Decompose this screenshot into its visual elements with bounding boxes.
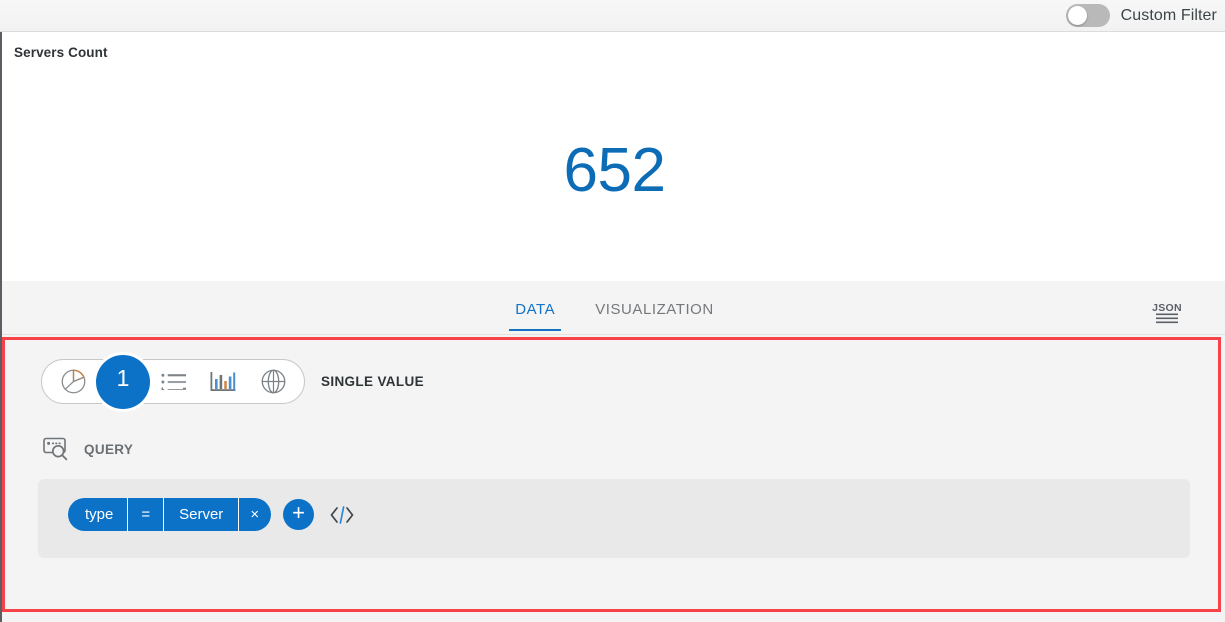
- visualization-type-row: 1 SINGLE VALUE: [41, 354, 424, 409]
- viz-type-single-value[interactable]: 1: [96, 354, 183, 409]
- widget-preview-card: Servers Count 652: [0, 32, 1225, 281]
- json-icon[interactable]: JSON: [1152, 300, 1182, 326]
- visualization-type-label: SINGLE VALUE: [321, 374, 424, 389]
- plus-icon: +: [292, 499, 305, 525]
- query-header: QUERY: [43, 436, 133, 462]
- query-code-view-button[interactable]: [328, 503, 356, 527]
- query-search-icon: [43, 437, 68, 461]
- tab-visualization[interactable]: VISUALIZATION: [589, 301, 720, 331]
- filter-value[interactable]: Server: [164, 498, 240, 531]
- code-icon: [330, 505, 354, 524]
- custom-filter-control[interactable]: Custom Filter: [1065, 4, 1217, 27]
- dashboard-widget-editor: Custom Filter Servers Count 652 DATA VIS…: [0, 0, 1225, 622]
- bar-chart-icon: [210, 371, 236, 391]
- page-title: Servers Count: [14, 45, 108, 60]
- top-bar: Custom Filter: [0, 0, 1225, 32]
- globe-icon: [261, 369, 285, 394]
- custom-filter-toggle[interactable]: [1065, 4, 1110, 27]
- filter-remove-button[interactable]: ×: [239, 498, 271, 531]
- single-value-display: 652: [563, 136, 666, 205]
- visualization-type-selector: 1: [41, 354, 305, 409]
- viz-type-pie-chart[interactable]: [48, 360, 98, 403]
- tab-data[interactable]: DATA: [509, 301, 562, 331]
- filter-operator[interactable]: =: [128, 498, 165, 531]
- json-icon-glyph: JSON: [1152, 302, 1182, 324]
- tab-list: DATA VISUALIZATION: [2, 281, 1225, 335]
- query-filter-chip: type = Server ×: [68, 498, 272, 531]
- query-header-label: QUERY: [84, 441, 134, 457]
- query-filter-row: type = Server × +: [68, 498, 356, 531]
- add-filter-button[interactable]: +: [283, 499, 315, 530]
- viz-type-list[interactable]: [148, 360, 198, 403]
- editor-panel: DATA VISUALIZATION JSON: [0, 281, 1225, 622]
- tab-bar: DATA VISUALIZATION JSON: [2, 281, 1225, 335]
- viz-type-bar-chart[interactable]: [198, 360, 248, 403]
- single-value-underline: [163, 387, 183, 389]
- list-icon: [160, 373, 186, 390]
- toggle-knob: [1067, 6, 1087, 25]
- viz-type-map[interactable]: [248, 360, 298, 403]
- single-value-badge: 1: [116, 365, 130, 391]
- custom-filter-label: Custom Filter: [1120, 6, 1217, 24]
- pie-chart-icon: [61, 369, 85, 394]
- filter-key[interactable]: type: [68, 498, 129, 531]
- svg-text:JSON: JSON: [1152, 302, 1182, 314]
- query-builder-box: type = Server × +: [38, 479, 1190, 558]
